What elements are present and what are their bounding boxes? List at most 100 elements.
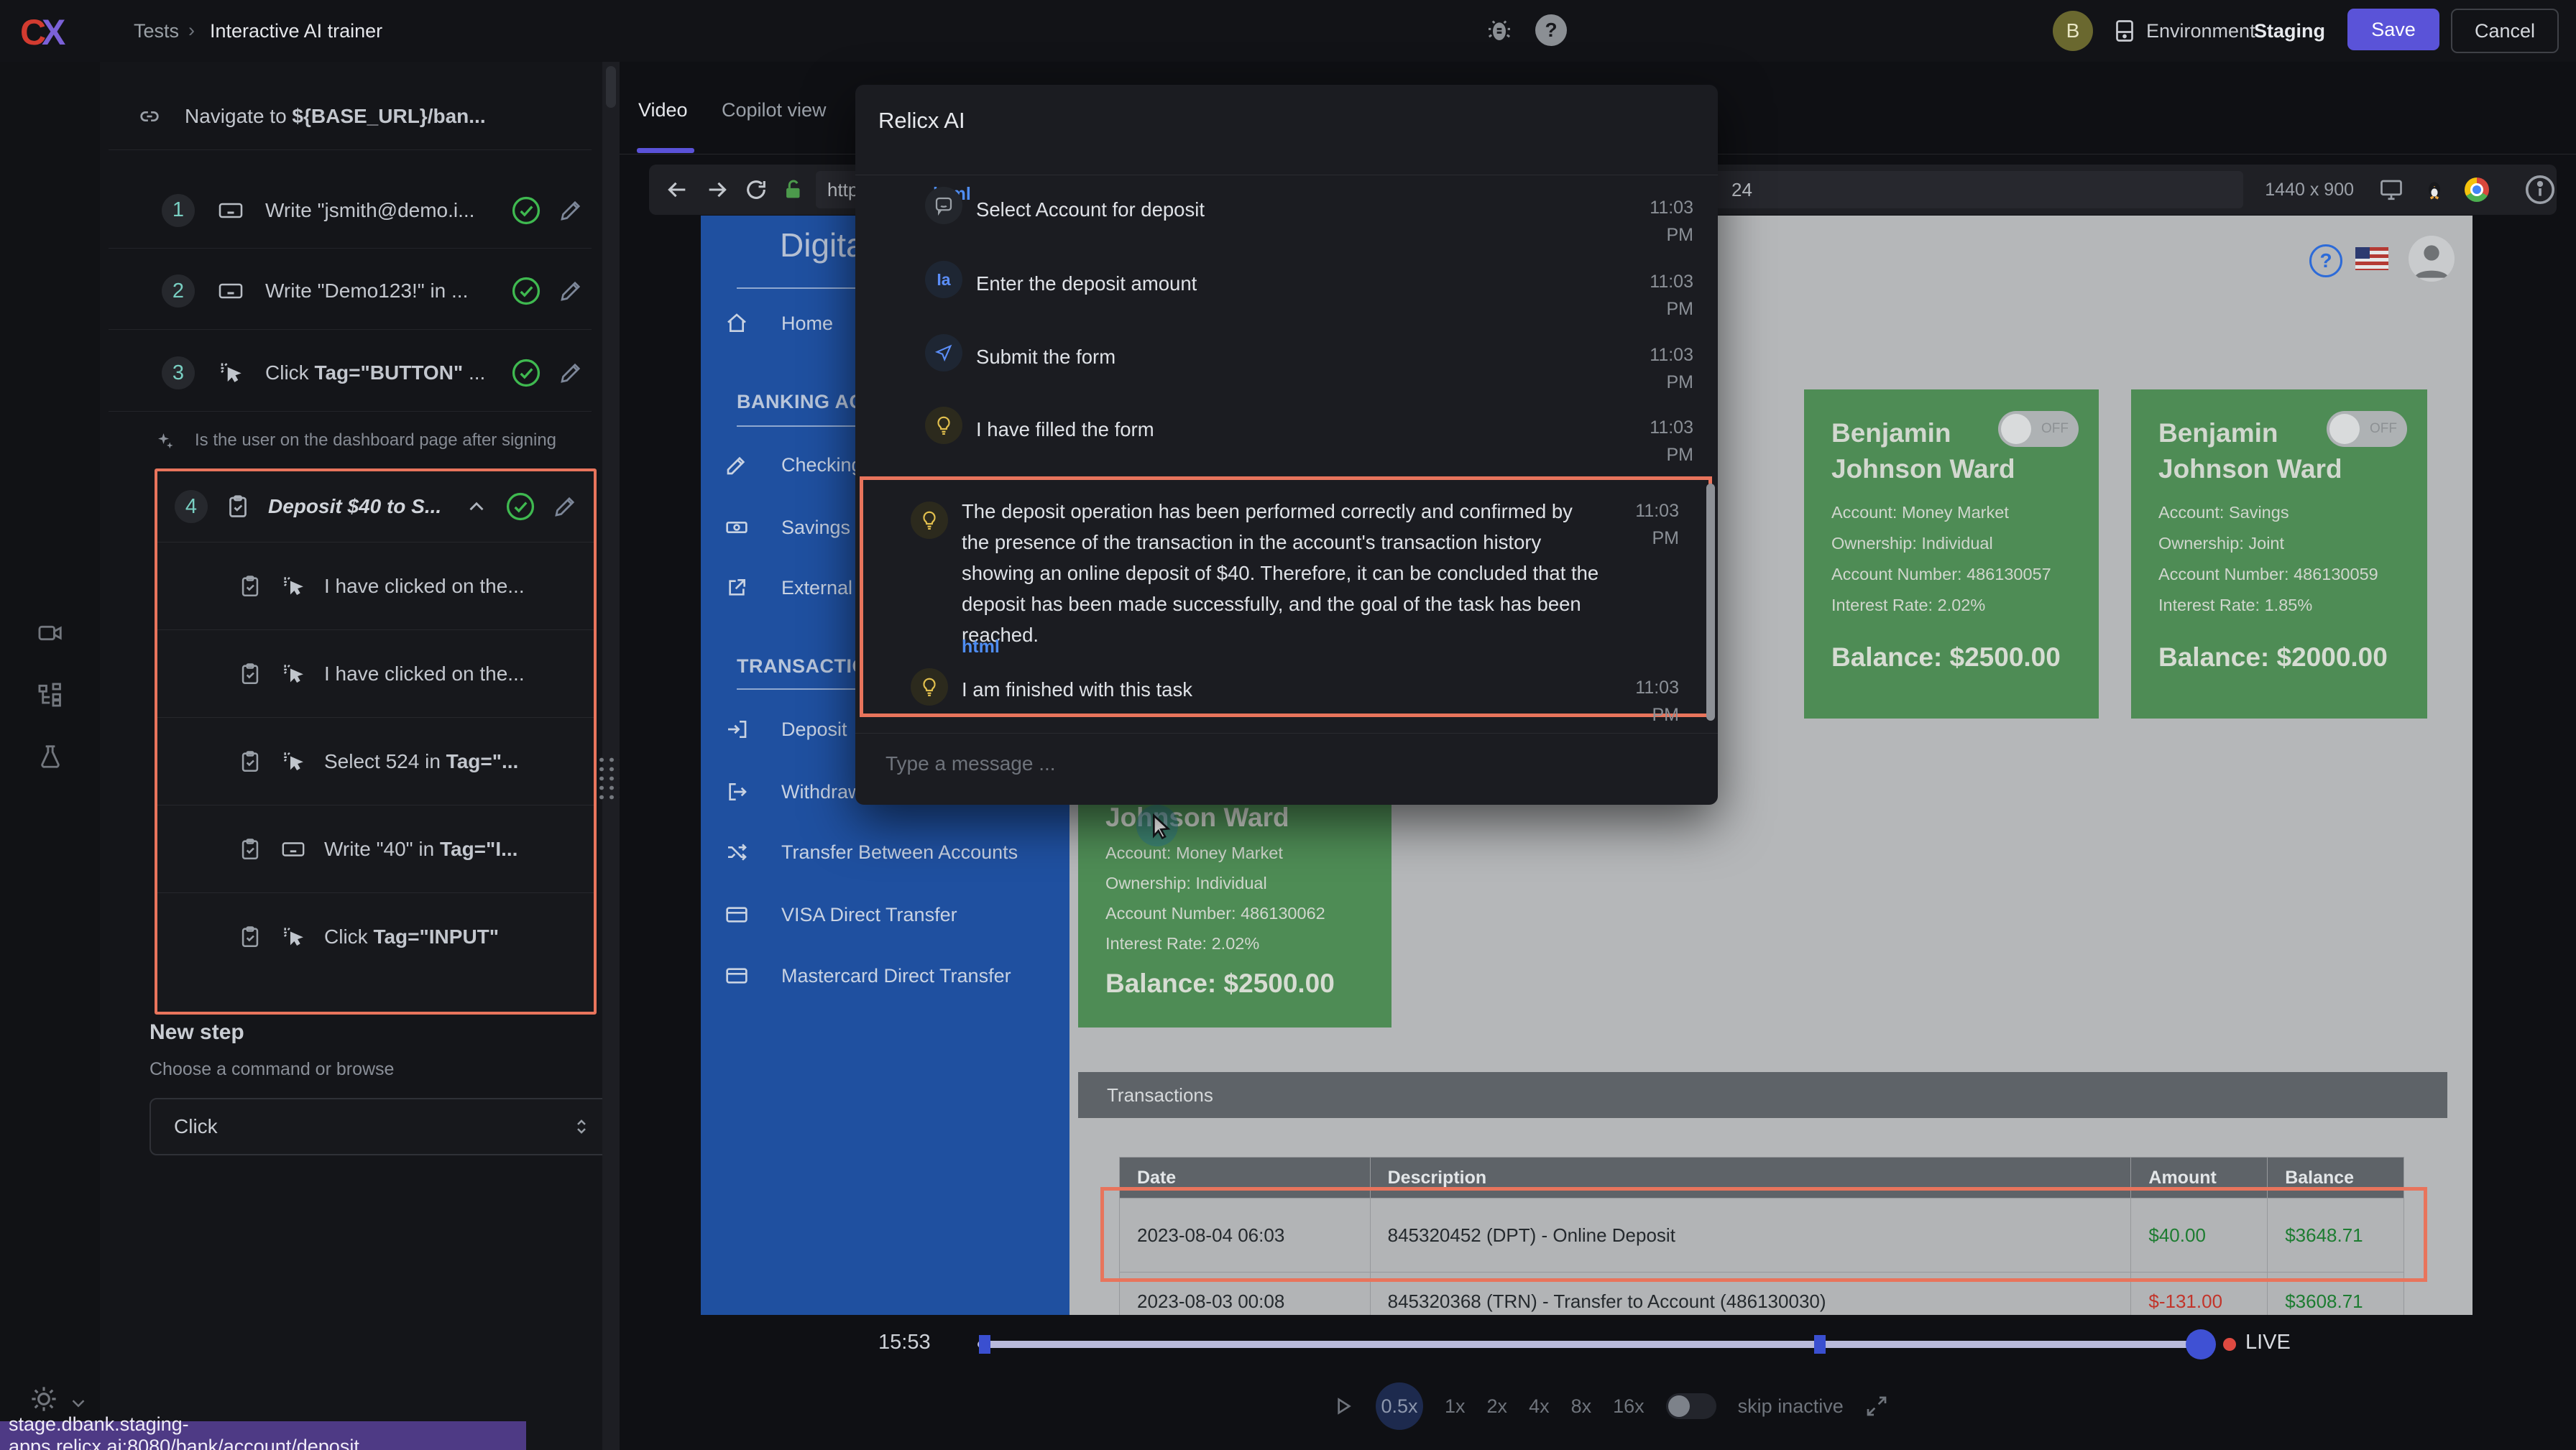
chat-timestamp-meridiem: PM <box>1652 705 1680 725</box>
step-text: Write "Demo123!" in ... <box>265 280 468 303</box>
bank-user-avatar[interactable] <box>2409 236 2455 282</box>
clipboard-icon <box>225 494 251 519</box>
edit-pencil-icon[interactable] <box>558 360 584 386</box>
experiments-icon[interactable] <box>37 743 64 770</box>
chat-timestamp: 11:03 <box>1635 678 1679 698</box>
bank-nav-mastercard[interactable]: Mastercard Direct Transfer <box>701 954 1070 997</box>
relicx-ai-panel: Relicx AI html Select Account for deposi… <box>855 85 1718 805</box>
divider <box>109 329 592 330</box>
avatar-initial: B <box>2066 19 2080 42</box>
speed-16x[interactable]: 16x <box>1613 1395 1644 1418</box>
toggle-label: OFF <box>2041 421 2069 437</box>
transfer-icon <box>725 841 748 864</box>
tab-video[interactable]: Video <box>638 99 688 121</box>
speed-2x[interactable]: 2x <box>1487 1395 1508 1418</box>
substep-row[interactable]: Write "40" in Tag="I... <box>157 805 594 892</box>
forward-icon[interactable] <box>705 177 730 202</box>
bank-nav-label: Transfer Between Accounts <box>781 841 1018 864</box>
us-flag-icon[interactable] <box>2355 247 2388 270</box>
chat-title: Relicx AI <box>878 108 965 134</box>
steps-scrollbar-thumb[interactable] <box>606 66 616 108</box>
speed-1x[interactable]: 1x <box>1445 1395 1466 1418</box>
assertion-note[interactable]: Is the user on the dashboard page after … <box>100 415 602 466</box>
timeline-track[interactable] <box>978 1341 2208 1348</box>
info-icon[interactable] <box>2524 173 2557 206</box>
timeline-marker[interactable] <box>1814 1335 1826 1354</box>
step-text: Write "jsmith@demo.i... <box>265 199 474 222</box>
settings-chevron-icon[interactable] <box>68 1393 89 1414</box>
chat-timestamp: 11:03 <box>1635 501 1679 521</box>
chat-input[interactable] <box>884 752 1678 776</box>
save-button[interactable]: Save <box>2347 9 2439 50</box>
timeline-thumb[interactable] <box>2186 1329 2216 1359</box>
cancel-button[interactable]: Cancel <box>2451 9 2559 53</box>
select-chevrons-icon <box>571 1116 592 1137</box>
monitor-icon <box>2378 177 2404 203</box>
substep-row[interactable]: Select 524 in Tag="... <box>157 717 594 805</box>
step-row-1[interactable]: 1 Write "jsmith@demo.i... <box>100 172 602 248</box>
refresh-icon[interactable] <box>744 177 768 202</box>
click-cursor-icon <box>281 574 305 599</box>
bug-icon[interactable] <box>1485 16 1514 45</box>
step-row-3[interactable]: 3 Click Tag="BUTTON" ... <box>100 335 602 411</box>
edit-pencil-icon[interactable] <box>552 494 578 519</box>
timeline-marker[interactable] <box>979 1335 990 1354</box>
account-details: Account: Savings Ownership: Joint Accoun… <box>2158 497 2378 621</box>
mouse-cursor <box>1148 812 1177 841</box>
substep-text-bold: Tag="... <box>446 750 519 772</box>
step-row-2[interactable]: 2 Write "Demo123!" in ... <box>100 253 602 329</box>
clipboard-icon <box>238 662 262 686</box>
environment-icon <box>2112 18 2138 44</box>
assertion-text: Is the user on the dashboard page after … <box>195 430 556 451</box>
speed-8x[interactable]: 8x <box>1571 1395 1592 1418</box>
edit-pencil-icon[interactable] <box>558 198 584 223</box>
collapse-chevron-icon[interactable] <box>464 494 489 519</box>
environment-value[interactable]: Staging <box>2254 20 2325 42</box>
bank-nav-transfer[interactable]: Transfer Between Accounts <box>701 831 1070 874</box>
substep-row[interactable]: Click Tag="INPUT" <box>157 892 594 980</box>
tab-copilot-view[interactable]: Copilot view <box>722 99 827 121</box>
skip-inactive-toggle[interactable] <box>1666 1393 1716 1419</box>
chat-scrollbar-thumb[interactable] <box>1706 484 1715 721</box>
step-group-header[interactable]: 4 Deposit $40 to S... <box>157 471 594 542</box>
step-navigate[interactable]: Navigate to ${BASE_URL}/ban... <box>100 86 602 147</box>
checking-icon <box>725 453 748 476</box>
chat-timestamp: 11:03 <box>1650 198 1693 218</box>
step-text: Click <box>265 361 314 384</box>
account-details: Account: Money Market Ownership: Individ… <box>1831 497 2051 621</box>
keyboard-icon <box>281 837 305 862</box>
substep-row[interactable]: I have clicked on the... <box>157 629 594 717</box>
page-title: Interactive AI trainer <box>210 20 382 42</box>
help-icon[interactable]: ? <box>1535 14 1567 46</box>
playback-time: 15:53 <box>878 1331 931 1354</box>
flows-icon[interactable] <box>37 681 64 708</box>
chat-message <box>925 407 962 444</box>
speed-4x[interactable]: 4x <box>1529 1395 1550 1418</box>
chat-message-text: Submit the form <box>976 341 1116 372</box>
bank-help-icon[interactable]: ? <box>2309 244 2342 277</box>
html-link[interactable]: html <box>962 637 1000 657</box>
user-avatar[interactable]: B <box>2053 11 2093 51</box>
fullscreen-icon[interactable] <box>1865 1395 1888 1418</box>
account-card: OFF Benjamin Johnson Ward Account: Savin… <box>2131 389 2427 719</box>
step-target: ${BASE_URL}/ban... <box>292 105 485 127</box>
settings-gear-icon[interactable] <box>29 1384 59 1414</box>
breadcrumb-root[interactable]: Tests <box>134 20 179 42</box>
keyboard-icon <box>218 278 244 304</box>
transactions-title-bar: Transactions <box>1078 1072 2447 1118</box>
speed-0.5x[interactable]: 0.5x <box>1376 1382 1423 1430</box>
bank-nav-label: Home <box>781 313 833 335</box>
edit-pencil-icon[interactable] <box>558 278 584 304</box>
command-select[interactable]: Click <box>150 1098 611 1155</box>
account-details: Account: Money Market Ownership: Individ… <box>1105 838 1325 959</box>
back-icon[interactable] <box>665 177 689 202</box>
highlighted-transaction-border <box>1100 1187 2427 1282</box>
substep-row[interactable]: I have clicked on the... <box>157 542 594 629</box>
bank-nav-visa[interactable]: VISA Direct Transfer <box>701 893 1070 936</box>
top-bar: C X Tests › Interactive AI trainer ? B E… <box>0 0 2576 62</box>
panel-resize-handle[interactable] <box>602 62 620 1450</box>
chat-timestamp-meridiem: PM <box>1652 528 1680 548</box>
recordings-icon[interactable] <box>37 619 64 647</box>
play-icon[interactable] <box>1331 1395 1354 1418</box>
environment-label: Environment <box>2146 20 2255 42</box>
